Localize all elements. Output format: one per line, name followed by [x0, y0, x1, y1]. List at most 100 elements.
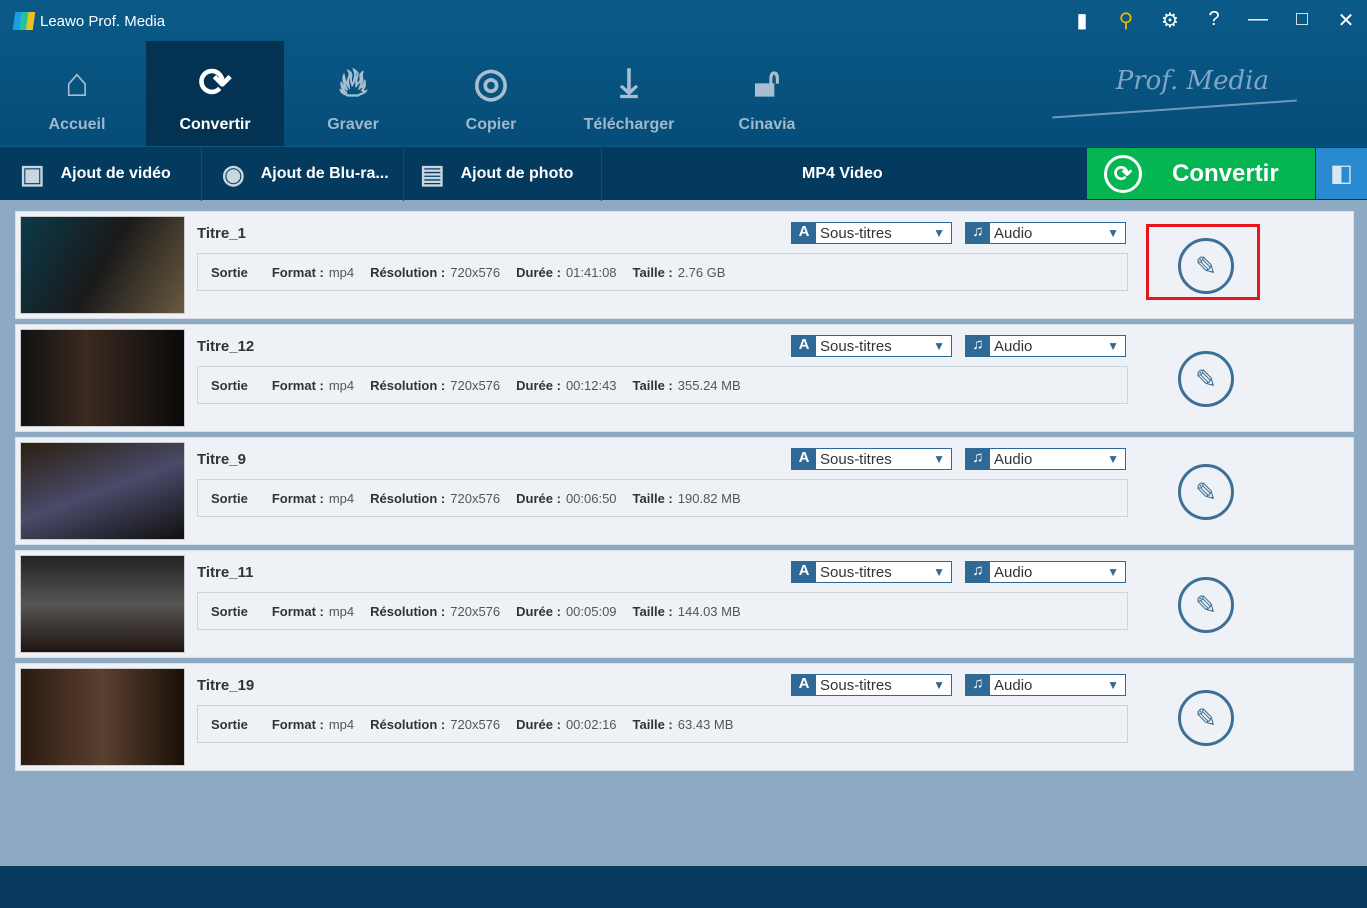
help-icon[interactable]: ?	[1203, 8, 1225, 33]
duration-value: 00:02:16	[565, 716, 617, 732]
size-label: Taille :	[632, 490, 673, 506]
app-logo-icon	[12, 12, 36, 30]
output-format-selector[interactable]: MP4 Video	[802, 165, 883, 183]
edit-video-button[interactable]: ✎	[1178, 351, 1234, 407]
format-label: Format :	[271, 264, 324, 280]
add-video-button[interactable]: ▣ Ajout de vidéo	[0, 147, 202, 201]
audio-value: Audio	[994, 224, 1033, 242]
format-label: Format :	[271, 603, 324, 619]
format-value: mp4	[328, 377, 355, 393]
minimize-button[interactable]: —	[1247, 8, 1269, 33]
edit-video-button[interactable]: ✎	[1178, 690, 1234, 746]
nav-accueil[interactable]: ⌂ Accueil	[8, 41, 146, 146]
subtitles-dropdown[interactable]: A Sous-titres ▼	[791, 335, 952, 357]
flame-icon: 🔥︎	[338, 61, 368, 105]
subtitles-dropdown[interactable]: A Sous-titres ▼	[791, 222, 952, 244]
duration-label: Durée :	[516, 490, 561, 506]
video-row: Titre_9 A Sous-titres ▼ ♫ Audio ▼ Sortie For…	[15, 437, 1354, 545]
brand-swoosh	[1052, 99, 1297, 119]
feedback-icon[interactable]: ▮	[1071, 8, 1093, 33]
nav-copier[interactable]: ◎ Copier	[422, 41, 560, 146]
add-photo-button[interactable]: ▤ Ajout de photo	[404, 147, 602, 201]
subtitles-dropdown[interactable]: A Sous-titres ▼	[791, 561, 952, 583]
audio-value: Audio	[994, 563, 1033, 581]
resolution-label: Résolution :	[370, 603, 446, 619]
audio-value: Audio	[994, 450, 1033, 468]
nav-label: Télécharger	[583, 116, 675, 133]
format-value: mp4	[328, 603, 355, 619]
audio-dropdown[interactable]: ♫ Audio ▼	[965, 222, 1126, 244]
output-info: Sortie Format : mp4 Résolution :720x576 D…	[197, 705, 1128, 743]
subtitles-dropdown[interactable]: A Sous-titres ▼	[791, 448, 952, 470]
size-label: Taille :	[632, 377, 673, 393]
video-thumbnail[interactable]	[20, 216, 185, 314]
video-row: Titre_11 A Sous-titres ▼ ♫ Audio ▼ Sortie Fo…	[15, 550, 1354, 658]
header: Leawo Prof. Media ▮ ⚲ ⚙ ? — □ ✕ ⌂ Accueil…	[0, 0, 1367, 146]
photo-add-icon: ▤	[420, 158, 445, 189]
size-label: Taille :	[632, 716, 673, 732]
add-bluray-button[interactable]: ◉ Ajout de Blu-ra...	[202, 147, 404, 201]
key-icon[interactable]: ⚲	[1115, 8, 1137, 33]
music-note-icon: ♫	[966, 336, 990, 356]
sidebar-toggle-button[interactable]: ◧	[1316, 148, 1367, 199]
audio-dropdown[interactable]: ♫ Audio ▼	[965, 674, 1126, 696]
format-label: Format :	[271, 490, 324, 506]
chevron-down-icon: ▼	[933, 339, 945, 353]
nav-cinavia[interactable]: 🔓︎ Cinavia	[698, 41, 836, 146]
video-thumbnail[interactable]	[20, 668, 185, 766]
chevron-down-icon: ▼	[1107, 226, 1119, 240]
size-label: Taille :	[632, 603, 673, 619]
video-title: Titre_9	[197, 451, 246, 468]
subtitles-value: Sous-titres	[820, 224, 892, 242]
resolution-value: 720x576	[450, 603, 501, 619]
status-bar	[0, 866, 1367, 908]
duration-label: Durée :	[516, 377, 561, 393]
film-edit-icon: ✎	[1195, 476, 1217, 507]
convert-button[interactable]: ⟳ Convertir	[1087, 148, 1315, 199]
disc-icon: ◎	[473, 61, 509, 105]
gear-icon[interactable]: ⚙	[1159, 8, 1181, 33]
chevron-down-icon: ▼	[1107, 565, 1119, 579]
subtitles-dropdown[interactable]: A Sous-titres ▼	[791, 674, 952, 696]
chevron-down-icon: ▼	[933, 678, 945, 692]
convert-label: Convertir	[1172, 159, 1279, 187]
size-value: 190.82 MB	[677, 490, 741, 506]
size-value: 144.03 MB	[677, 603, 741, 619]
format-label: Format :	[271, 716, 324, 732]
nav-graver[interactable]: 🔥︎ Graver	[284, 41, 422, 146]
audio-dropdown[interactable]: ♫ Audio ▼	[965, 448, 1126, 470]
audio-dropdown[interactable]: ♫ Audio ▼	[965, 335, 1126, 357]
subtitles-value: Sous-titres	[820, 676, 892, 694]
duration-value: 00:05:09	[565, 603, 617, 619]
nav-convertir[interactable]: ⟳ Convertir	[146, 41, 284, 146]
subtitle-icon: A	[792, 675, 816, 695]
film-add-icon: ▣	[20, 158, 45, 189]
nav-label: Convertir	[179, 116, 251, 133]
nav-label: Accueil	[48, 116, 106, 133]
audio-dropdown[interactable]: ♫ Audio ▼	[965, 561, 1126, 583]
resolution-value: 720x576	[450, 490, 501, 506]
duration-label: Durée :	[516, 264, 561, 280]
edit-video-button[interactable]: ✎	[1178, 577, 1234, 633]
close-button[interactable]: ✕	[1335, 8, 1357, 33]
output-label: Sortie	[211, 603, 248, 619]
subtitle-icon: A	[792, 223, 816, 243]
subtitles-value: Sous-titres	[820, 450, 892, 468]
resolution-value: 720x576	[450, 377, 501, 393]
chevron-down-icon: ▼	[1107, 339, 1119, 353]
window-controls: ▮ ⚲ ⚙ ? — □ ✕	[1071, 8, 1357, 33]
output-label: Sortie	[211, 264, 248, 280]
duration-label: Durée :	[516, 603, 561, 619]
output-info: Sortie Format : mp4 Résolution :720x576 D…	[197, 253, 1128, 291]
video-title: Titre_12	[197, 338, 255, 355]
format-value: mp4	[328, 490, 355, 506]
video-thumbnail[interactable]	[20, 555, 185, 653]
add-video-label: Ajout de vidéo	[60, 165, 171, 182]
resolution-value: 720x576	[450, 264, 501, 280]
music-note-icon: ♫	[966, 562, 990, 582]
video-thumbnail[interactable]	[20, 442, 185, 540]
video-thumbnail[interactable]	[20, 329, 185, 427]
maximize-button[interactable]: □	[1291, 8, 1313, 33]
edit-video-button[interactable]: ✎	[1178, 464, 1234, 520]
nav-telecharger[interactable]: ⤓ Télécharger	[560, 41, 698, 146]
